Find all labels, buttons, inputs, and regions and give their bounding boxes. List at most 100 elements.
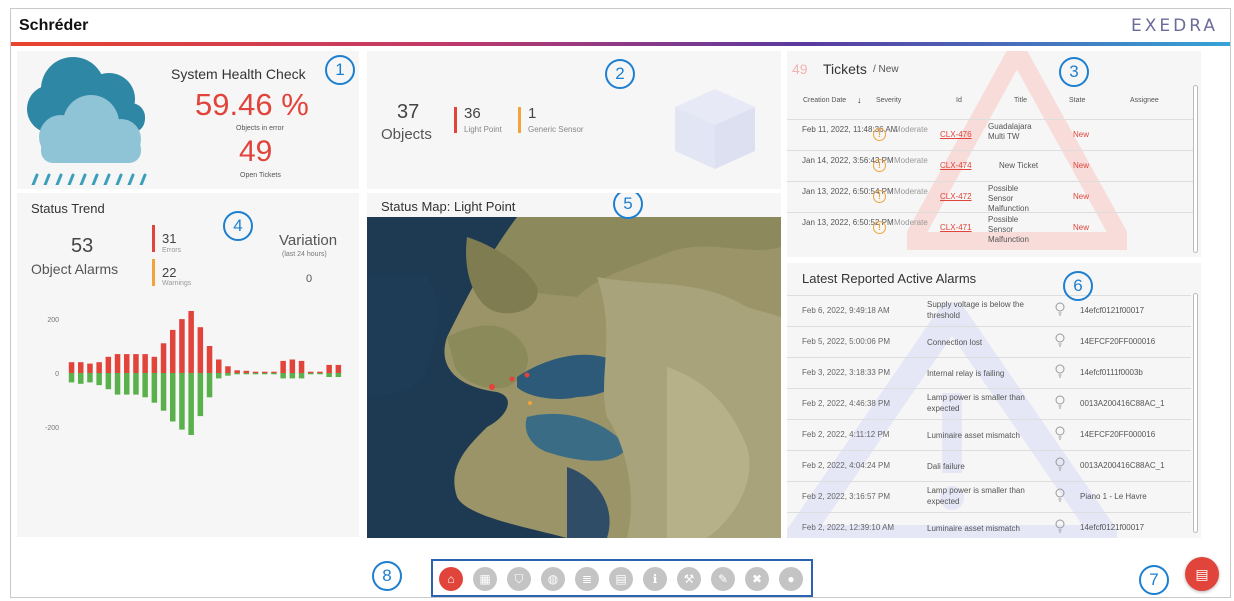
user-icon[interactable]: ●	[779, 567, 803, 591]
column-severity[interactable]: Severity	[876, 97, 901, 104]
alarm-object-id[interactable]: 14EFCF20FF000016	[1080, 430, 1155, 439]
alarm-row[interactable]: Feb 6, 2022, 9:49:18 AM Supply voltage i…	[787, 295, 1191, 326]
warning-bar[interactable]	[188, 373, 194, 435]
status-map-panel[interactable]: Status Map: Light Point 5	[367, 193, 781, 538]
alarm-object-id[interactable]: 14efcf0121f00017	[1080, 306, 1144, 315]
warning-bar[interactable]	[298, 373, 305, 379]
alarm-object-id[interactable]: 0013A200416C88AC_1	[1080, 399, 1165, 408]
calendar-fab-button[interactable]: ▤	[1185, 557, 1219, 591]
warning-bar[interactable]	[133, 373, 139, 395]
settings-icon[interactable]: ✎	[711, 567, 735, 591]
ticket-row[interactable]: Jan 13, 2022, 6:50:54 PM ! Moderate CLX-…	[787, 181, 1193, 213]
ticket-row[interactable]: Jan 14, 2022, 3:56:43 PM ! Moderate CLX-…	[787, 150, 1193, 181]
alarm-row[interactable]: Feb 2, 2022, 3:16:57 PM Lamp power is sm…	[787, 481, 1191, 512]
warning-bar[interactable]	[216, 373, 222, 379]
alarm-object-id[interactable]: 14efcf0111f0003b	[1080, 368, 1143, 377]
ticket-id-link[interactable]: CLX-472	[940, 192, 972, 201]
column-state[interactable]: State	[1069, 97, 1085, 104]
error-bar[interactable]	[170, 329, 176, 373]
warning-bar[interactable]	[243, 373, 250, 375]
warning-bar[interactable]	[68, 373, 75, 383]
error-bar[interactable]	[197, 327, 204, 373]
shield-icon[interactable]: ⛉	[507, 567, 531, 591]
error-bar[interactable]	[280, 360, 286, 373]
error-bar[interactable]	[298, 360, 305, 373]
info-icon[interactable]: ℹ	[643, 567, 667, 591]
warning-bar[interactable]	[87, 373, 93, 383]
ticket-row[interactable]: Jan 13, 2022, 6:50:52 PM ! Moderate CLX-…	[787, 212, 1193, 244]
error-bar[interactable]	[151, 356, 158, 373]
warning-bar[interactable]	[124, 373, 130, 395]
list-icon[interactable]: ≣	[575, 567, 599, 591]
error-bar[interactable]	[271, 371, 277, 373]
warning-bar[interactable]	[105, 373, 112, 390]
error-bar[interactable]	[317, 371, 323, 373]
status-trend-chart[interactable]: 200 0 -200	[27, 303, 351, 443]
error-bar[interactable]	[188, 311, 194, 373]
error-bar[interactable]	[96, 362, 102, 373]
brand-logo[interactable]: Schréder	[19, 17, 88, 35]
dashboard-icon[interactable]: ▦	[473, 567, 497, 591]
warning-bar[interactable]	[114, 373, 121, 395]
alarm-object-id[interactable]: Piano 1 - Le Havre	[1080, 492, 1147, 501]
error-bar[interactable]	[105, 356, 112, 373]
warning-bar[interactable]	[262, 373, 268, 375]
system-health-panel[interactable]: System Health Check 59.46 % Objects in e…	[17, 51, 359, 189]
tickets-filter[interactable]: / New	[873, 64, 899, 75]
warning-bar[interactable]	[317, 373, 323, 375]
satellite-map[interactable]	[367, 217, 781, 538]
alarm-object-id[interactable]: 14EFCF20FF000016	[1080, 337, 1155, 346]
error-bar[interactable]	[234, 370, 240, 373]
alarms-scrollbar[interactable]	[1193, 293, 1198, 533]
error-bar[interactable]	[262, 371, 268, 373]
alarm-row[interactable]: Feb 2, 2022, 12:39:10 AM Luminaire asset…	[787, 512, 1191, 538]
warning-bar[interactable]	[170, 373, 176, 422]
error-bar[interactable]	[206, 346, 213, 373]
ticket-id-link[interactable]: CLX-474	[940, 161, 972, 170]
warning-bar[interactable]	[179, 373, 185, 430]
error-bar[interactable]	[160, 343, 167, 373]
alarm-row[interactable]: Feb 2, 2022, 4:04:24 PM Dali failure 001…	[787, 450, 1191, 481]
warning-bar[interactable]	[280, 373, 286, 379]
error-bar[interactable]	[68, 362, 75, 373]
alarm-row[interactable]: Feb 3, 2022, 3:18:33 PM Internal relay i…	[787, 357, 1191, 388]
error-bar[interactable]	[243, 370, 250, 373]
error-bar[interactable]	[335, 364, 342, 373]
error-bar[interactable]	[225, 366, 231, 373]
error-bar[interactable]	[179, 319, 185, 373]
ticket-id-link[interactable]: CLX-471	[940, 223, 972, 232]
warning-bar[interactable]	[142, 373, 148, 398]
error-bar[interactable]	[78, 362, 84, 373]
error-bar[interactable]	[133, 354, 139, 373]
tickets-scrollbar[interactable]	[1193, 85, 1198, 253]
warning-bar[interactable]	[289, 373, 296, 379]
warning-bar[interactable]	[206, 373, 213, 398]
ticket-row[interactable]: Feb 11, 2022, 11:48:36 AM ! Moderate CLX…	[787, 119, 1193, 150]
error-bar[interactable]	[87, 363, 93, 373]
warning-bar[interactable]	[252, 373, 259, 375]
warning-bar[interactable]	[96, 373, 102, 386]
warning-bar[interactable]	[160, 373, 167, 411]
tools-icon[interactable]: ✖	[745, 567, 769, 591]
column-creation-date[interactable]: Creation Date	[803, 97, 846, 104]
error-bar[interactable]	[114, 354, 121, 373]
error-bar[interactable]	[142, 354, 148, 373]
warning-bar[interactable]	[271, 373, 277, 375]
error-bar[interactable]	[216, 359, 222, 374]
column-id[interactable]: Id	[956, 97, 962, 104]
status-trend-panel[interactable]: Status Trend 53 Object Alarms 31 Errors …	[17, 193, 359, 537]
sort-down-icon[interactable]: ↓	[857, 95, 862, 105]
warning-bar[interactable]	[78, 373, 84, 384]
warning-bar[interactable]	[197, 373, 204, 417]
wrench-icon[interactable]: ⚒	[677, 567, 701, 591]
warning-bar[interactable]	[151, 373, 158, 403]
warning-bar[interactable]	[308, 373, 314, 375]
lightbulb-icon[interactable]: ◍	[541, 567, 565, 591]
warning-bar[interactable]	[225, 373, 231, 376]
warning-bar[interactable]	[234, 373, 240, 375]
ticket-id-link[interactable]: CLX-476	[940, 130, 972, 139]
alarm-row[interactable]: Feb 2, 2022, 4:46:38 PM Lamp power is sm…	[787, 388, 1191, 419]
report-icon[interactable]: ▤	[609, 567, 633, 591]
alarm-object-id[interactable]: 0013A200416C88AC_1	[1080, 461, 1165, 470]
alarm-object-id[interactable]: 14efcf0121f00017	[1080, 523, 1144, 532]
